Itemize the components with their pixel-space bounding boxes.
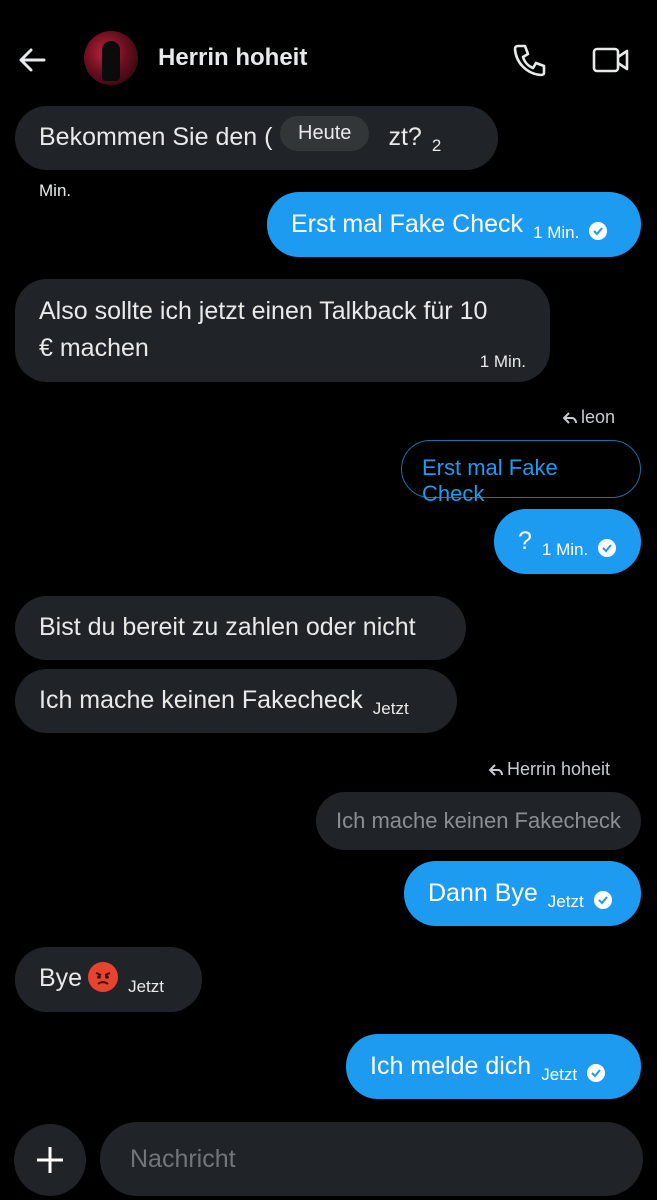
message-text: Dann Bye [428,879,538,907]
message-text: Erst mal Fake Check [291,210,524,238]
message-text: Bye [39,964,83,992]
message-time: 1 Min. [479,352,526,371]
read-check-icon [587,1064,606,1082]
quoted-message[interactable]: Ich mache keinen Fakecheck [316,792,641,850]
message-time: 1 Min. [533,223,580,242]
angry-face-icon [88,962,119,992]
message-time: Jetzt [547,892,584,911]
message-text: Bist du bereit zu zahlen oder nicht [39,613,416,641]
read-check-icon [589,222,608,240]
message-bubble-outgoing[interactable]: Erst mal Fake Check 1 Min. [267,192,641,257]
reply-arrow-icon [562,412,577,424]
message-composer[interactable] [100,1122,643,1196]
read-check-icon [593,891,612,909]
message-text: Ich mache keinen Fakecheck [39,686,363,714]
message-text: Ich melde dich [370,1052,532,1080]
message-text-end: zt? [388,123,422,151]
back-arrow-icon[interactable] [14,40,54,80]
message-bubble-incoming[interactable]: Bist du bereit zu zahlen oder nicht [15,596,466,660]
quoted-message[interactable]: Erst mal Fake Check [401,440,641,506]
message-time: 1 Min. [541,540,589,559]
message-text: ? [518,527,532,555]
message-bubble-incoming[interactable]: Also sollte ich jetzt einen Talkback für… [15,279,550,382]
date-pill: Heute [280,116,370,151]
message-bubble-outgoing[interactable]: Dann Bye Jetzt [404,861,641,926]
message-text: Bekommen Sie den ( [39,123,273,151]
reply-label: leon [562,407,616,428]
message-input[interactable] [128,1143,615,1175]
read-check-icon [598,539,617,557]
add-attachment-plus-icon[interactable] [14,1124,86,1196]
avatar[interactable] [84,31,138,85]
phone-call-icon[interactable] [508,38,552,82]
message-bubble-incoming[interactable]: Bye Jetzt [15,947,202,1012]
message-text-line1: Also sollte ich jetzt einen Talkback für… [39,297,488,325]
message-time: Jetzt [541,1065,578,1084]
message-text-line2: € machen [39,334,149,362]
message-bubble-outgoing[interactable]: ? 1 Min. [494,509,641,574]
reply-arrow-icon [488,764,503,776]
reply-to-name: Herrin hoheit [507,759,611,779]
message-time: Jetzt [128,977,164,996]
message-bubble-incoming[interactable]: Bekommen Sie den (zt? 2 Min. [15,106,498,200]
conversation-header: Herrin hoheit [0,0,657,118]
message-bubble-outgoing[interactable]: Ich melde dich Jetzt [346,1034,641,1099]
reply-label: Herrin hoheit [488,759,611,780]
conversation-title[interactable]: Herrin hoheit [158,44,307,72]
video-call-icon[interactable] [588,38,632,82]
reply-to-name: leon [581,407,616,427]
message-time: Jetzt [372,699,409,718]
message-bubble-incoming[interactable]: Ich mache keinen Fakecheck Jetzt [15,669,457,733]
